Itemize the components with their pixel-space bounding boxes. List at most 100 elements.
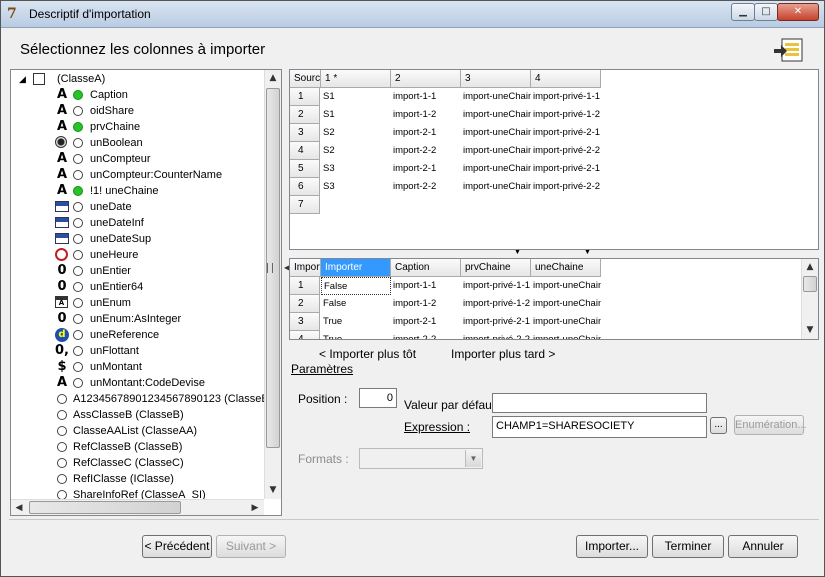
splitter-down-icon[interactable]: ▼	[514, 249, 521, 256]
parameters-link[interactable]: Paramètres	[291, 362, 353, 376]
grid-cell[interactable]: import-1-1	[391, 277, 461, 295]
import-grid[interactable]: Import Importer Caption prvChaine uneChaine 1…	[289, 258, 819, 340]
grid-cell[interactable]: import-privé-1-2	[531, 106, 601, 124]
grid-cell[interactable]: import-uneChain	[531, 331, 601, 339]
tree-item[interactable]: AunCompteur:CounterName	[11, 167, 264, 183]
column-header[interactable]: 4	[531, 70, 601, 88]
expression-ellipsis-button[interactable]: ...	[710, 417, 727, 434]
column-header[interactable]: Source	[290, 70, 321, 88]
tree-item[interactable]: RefClasseC (ClasseC)	[11, 455, 264, 471]
column-header[interactable]: Import	[290, 259, 321, 277]
enumeration-button[interactable]: Enumération...	[734, 415, 807, 435]
close-button[interactable]: ✕	[777, 3, 819, 21]
cancel-button[interactable]: Annuler	[728, 535, 798, 558]
scroll-up-icon[interactable]: ▲	[802, 259, 818, 275]
row-header[interactable]: 7	[290, 196, 320, 214]
tree-item[interactable]: AunCompteur	[11, 151, 264, 167]
row-header[interactable]: 4	[290, 142, 320, 160]
tree-item[interactable]: A12345678901234567890123 (ClasseB	[11, 391, 269, 407]
tree-item[interactable]: ĀunEnum	[11, 295, 264, 311]
grid-cell[interactable]: import-privé-2-2	[531, 178, 601, 196]
column-header[interactable]: uneChaine	[531, 259, 601, 277]
source-grid[interactable]: Source1 *2341S1import-1-1import-uneChain…	[289, 69, 819, 250]
import-vscroll-thumb[interactable]	[803, 276, 817, 292]
grid-cell[interactable]: import-privé-2-1	[531, 124, 601, 142]
grid-cell[interactable]: import-2-2	[391, 331, 461, 339]
splitter-down-icon[interactable]: ▼	[584, 249, 591, 256]
maximize-button[interactable]: □	[754, 3, 778, 21]
import-grid-vscroll[interactable]: ▲ ▼	[801, 259, 818, 339]
splitter-grip-icon[interactable]	[267, 263, 273, 273]
grid-cell[interactable]: import-2-1	[391, 313, 461, 331]
tree-item[interactable]: AprvChaine	[11, 119, 264, 135]
row-header[interactable]: 2	[290, 295, 320, 313]
row-header[interactable]: 2	[290, 106, 320, 124]
column-header[interactable]: Importer	[321, 259, 391, 277]
formats-select[interactable]: ▼	[359, 448, 483, 469]
column-header[interactable]: 2	[391, 70, 461, 88]
tree-item[interactable]: A Caption	[11, 87, 264, 103]
row-header[interactable]: 4	[290, 331, 320, 339]
grid-cell[interactable]: False	[321, 295, 391, 313]
position-input[interactable]: 0	[359, 388, 397, 408]
default-value-input[interactable]	[492, 393, 707, 413]
grid-cell[interactable]	[531, 196, 601, 214]
import-button[interactable]: Importer...	[576, 535, 648, 558]
collapse-icon[interactable]: ◢	[19, 71, 26, 87]
row-header[interactable]: 1	[290, 277, 320, 295]
grid-cell[interactable]: S2	[321, 124, 391, 142]
column-header[interactable]: 1 *	[321, 70, 391, 88]
tree-item[interactable]: d uneReference	[11, 327, 264, 343]
tree-item[interactable]: 0, unFlottant	[11, 343, 264, 359]
grid-cell[interactable]: import-uneChain	[461, 142, 531, 160]
grid-cell[interactable]: True	[321, 313, 391, 331]
grid-cell[interactable]	[391, 196, 461, 214]
grid-cell[interactable]: import-uneChain	[531, 295, 601, 313]
tree-item[interactable]: 0 unEnum:AsInteger	[11, 311, 264, 327]
grid-cell[interactable]: import-1-1	[391, 88, 461, 106]
chevron-down-icon[interactable]: ▼	[465, 450, 481, 467]
tree-horizontal-scrollbar[interactable]: ◀ ▶	[11, 499, 264, 515]
scroll-down-icon[interactable]: ▼	[802, 322, 818, 338]
row-header[interactable]: 1	[290, 88, 320, 106]
tree-item[interactable]: 0 unEntier	[11, 263, 264, 279]
tree-root[interactable]: ◢ (ClasseA)	[11, 71, 264, 87]
grid-cell[interactable]	[461, 196, 531, 214]
scroll-left-icon[interactable]: ◀	[11, 500, 27, 515]
import-earlier-link[interactable]: < Importer plus tôt	[319, 347, 416, 361]
import-later-link[interactable]: Importer plus tard >	[451, 347, 555, 361]
column-header[interactable]: Caption	[391, 259, 461, 277]
grid-cell[interactable]: import-1-2	[391, 295, 461, 313]
column-header[interactable]: prvChaine	[461, 259, 531, 277]
column-header[interactable]: 3	[461, 70, 531, 88]
row-header[interactable]: 6	[290, 178, 320, 196]
tree-item[interactable]: AssClasseB (ClasseB)	[11, 407, 264, 423]
tree-hscroll-thumb[interactable]	[29, 501, 181, 514]
grid-cell[interactable]: True	[321, 331, 391, 339]
grid-cell[interactable]: import-uneChain	[461, 88, 531, 106]
grid-cell[interactable]: import-uneChain	[461, 106, 531, 124]
row-header[interactable]: 3	[290, 124, 320, 142]
grid-cell[interactable]: import-uneChain	[461, 160, 531, 178]
grid-cell[interactable]: import-uneChain	[531, 277, 601, 295]
grid-cell[interactable]: S2	[321, 142, 391, 160]
minimize-button[interactable]: ▁	[731, 3, 755, 21]
scroll-right-icon[interactable]: ▶	[247, 500, 263, 515]
finish-button[interactable]: Terminer	[652, 535, 724, 558]
grid-cell[interactable]: False	[321, 277, 391, 295]
grid-cell[interactable]: import-uneChain	[531, 313, 601, 331]
grid-cell[interactable]	[321, 196, 391, 214]
tree-item[interactable]: RefClasseB (ClasseB)	[11, 439, 264, 455]
grid-cell[interactable]: S1	[321, 88, 391, 106]
tree-vertical-scrollbar[interactable]: ▲ ▼	[264, 70, 281, 499]
grid-cell[interactable]: import-privé-2-2	[461, 331, 531, 339]
grid-cell[interactable]: import-privé-1-1	[531, 88, 601, 106]
grid-cell[interactable]: import-2-2	[391, 178, 461, 196]
tree-item[interactable]: uneDateSup	[11, 231, 264, 247]
grid-cell[interactable]: import-privé-2-2	[531, 142, 601, 160]
scroll-down-icon[interactable]: ▼	[265, 482, 281, 498]
grid-cell[interactable]: import-uneChain	[461, 178, 531, 196]
grid-cell[interactable]: import-2-2	[391, 142, 461, 160]
tree-item[interactable]: AoidShare	[11, 103, 264, 119]
next-button[interactable]: Suivant >	[216, 535, 286, 558]
